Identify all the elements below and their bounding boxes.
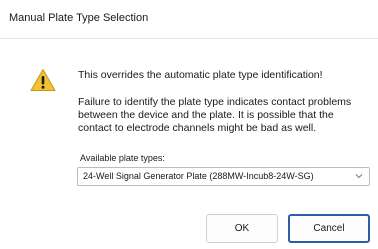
override-warning-text: This overrides the automatic plate type … — [78, 69, 323, 81]
window-title: Manual Plate Type Selection — [9, 12, 149, 24]
warning-icon — [30, 69, 56, 91]
ok-button[interactable]: OK — [206, 214, 278, 243]
plate-type-dialog: Manual Plate Type Selection This overrid… — [0, 0, 378, 249]
cancel-button[interactable]: Cancel — [288, 214, 370, 243]
title-bar[interactable]: Manual Plate Type Selection — [0, 0, 378, 39]
plate-types-label: Available plate types: — [80, 153, 165, 163]
plate-type-select[interactable]: 24-Well Signal Generator Plate (288MW-In… — [77, 167, 370, 186]
contact-problem-text: Failure to identify the plate type indic… — [78, 96, 352, 134]
selected-plate-type: 24-Well Signal Generator Plate (288MW-In… — [83, 171, 314, 181]
chevron-down-icon — [355, 174, 363, 179]
